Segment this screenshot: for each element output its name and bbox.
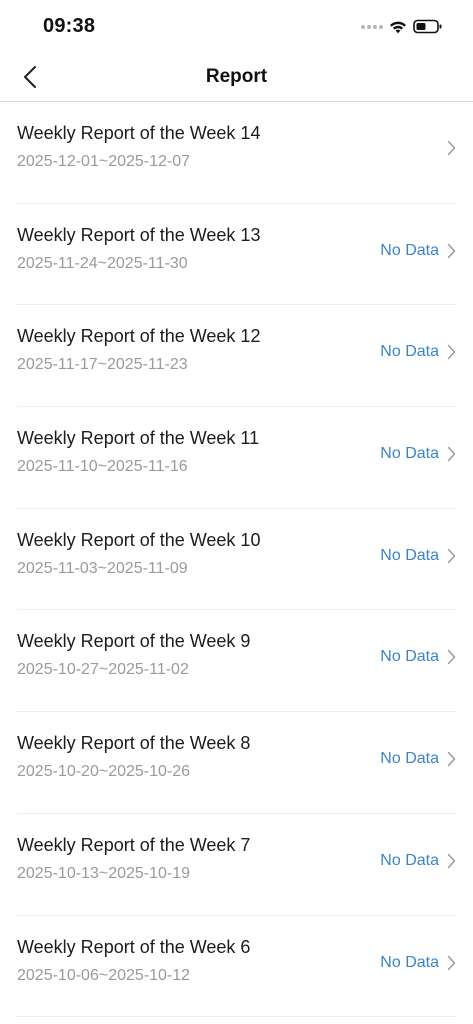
report-status: No Data <box>380 648 439 666</box>
chevron-right-icon <box>447 140 456 156</box>
report-row-trailing <box>439 140 456 156</box>
report-date-range: 2025-11-10~2025-11-16 <box>17 458 188 476</box>
report-row-trailing: No Data <box>380 547 456 565</box>
report-row-week-7[interactable]: Weekly Report of the Week 7 2025-10-13~2… <box>0 814 473 916</box>
report-row-week-13[interactable]: Weekly Report of the Week 13 2025-11-24~… <box>0 204 473 306</box>
report-row-trailing: No Data <box>380 852 456 870</box>
chevron-right-icon <box>447 446 456 462</box>
report-status: No Data <box>380 546 439 564</box>
report-row-trailing: No Data <box>380 242 456 260</box>
report-row-trailing: No Data <box>380 343 456 361</box>
report-title: Weekly Report of the Week 13 <box>17 224 261 245</box>
report-date-range: 2025-11-03~2025-11-09 <box>17 559 188 577</box>
report-row-trailing: No Data <box>380 954 456 972</box>
status-bar: 09:38 <box>0 0 473 52</box>
chevron-right-icon <box>447 955 456 970</box>
chevron-right-icon <box>447 751 456 767</box>
report-status: No Data <box>380 851 439 869</box>
report-row-week-11[interactable]: Weekly Report of the Week 11 2025-11-10~… <box>0 407 473 509</box>
report-status: No Data <box>380 241 439 259</box>
chevron-right-icon <box>447 650 456 665</box>
report-list: Weekly Report of the Week 14 2025-12-01~… <box>0 102 473 1017</box>
report-date-range: 2025-10-20~2025-10-26 <box>17 763 191 781</box>
wifi-icon <box>390 21 406 33</box>
chevron-right-icon <box>447 853 456 869</box>
report-row-week-8[interactable]: Weekly Report of the Week 8 2025-10-20~2… <box>0 712 473 814</box>
navigation-bar: Report <box>0 52 473 102</box>
report-title: Weekly Report of the Week 6 <box>17 936 251 957</box>
report-row-trailing: No Data <box>380 445 456 463</box>
report-row-week-14[interactable]: Weekly Report of the Week 14 2025-12-01~… <box>0 102 473 204</box>
chevron-right-icon <box>447 345 456 360</box>
report-title: Weekly Report of the Week 12 <box>17 326 261 347</box>
report-title: Weekly Report of the Week 8 <box>17 733 251 754</box>
report-row-week-12[interactable]: Weekly Report of the Week 12 2025-11-17~… <box>0 305 473 407</box>
report-status: No Data <box>380 750 439 768</box>
report-status: No Data <box>380 953 439 971</box>
report-title: Weekly Report of the Week 14 <box>17 123 261 143</box>
report-title: Weekly Report of the Week 11 <box>17 428 260 449</box>
report-row-week-6[interactable]: Weekly Report of the Week 6 2025-10-06~2… <box>0 916 473 1018</box>
chevron-right-icon <box>447 243 456 258</box>
report-date-range: 2025-12-01~2025-12-07 <box>17 153 191 170</box>
page-title: Report <box>205 66 268 87</box>
report-row-trailing: No Data <box>380 648 456 666</box>
report-title: Weekly Report of the Week 9 <box>17 631 251 652</box>
report-title: Weekly Report of the Week 7 <box>17 834 251 855</box>
report-date-range: 2025-11-24~2025-11-30 <box>17 254 188 272</box>
report-date-range: 2025-10-06~2025-10-12 <box>17 966 191 984</box>
battery-icon <box>413 19 442 34</box>
chevron-right-icon <box>447 548 456 563</box>
report-row-week-10[interactable]: Weekly Report of the Week 10 2025-11-03~… <box>0 509 473 611</box>
report-date-range: 2025-10-27~2025-11-02 <box>17 661 189 679</box>
report-title: Weekly Report of the Week 10 <box>17 529 261 550</box>
report-status: No Data <box>380 445 439 463</box>
report-date-range: 2025-11-17~2025-11-23 <box>17 356 188 374</box>
report-row-trailing: No Data <box>380 750 456 768</box>
report-status: No Data <box>380 343 439 361</box>
report-row-week-9[interactable]: Weekly Report of the Week 9 2025-10-27~2… <box>0 610 473 712</box>
status-time: 09:38 <box>43 15 96 37</box>
status-icons <box>361 19 443 34</box>
report-date-range: 2025-10-13~2025-10-19 <box>17 864 191 882</box>
cellular-dots-icon <box>361 24 383 29</box>
